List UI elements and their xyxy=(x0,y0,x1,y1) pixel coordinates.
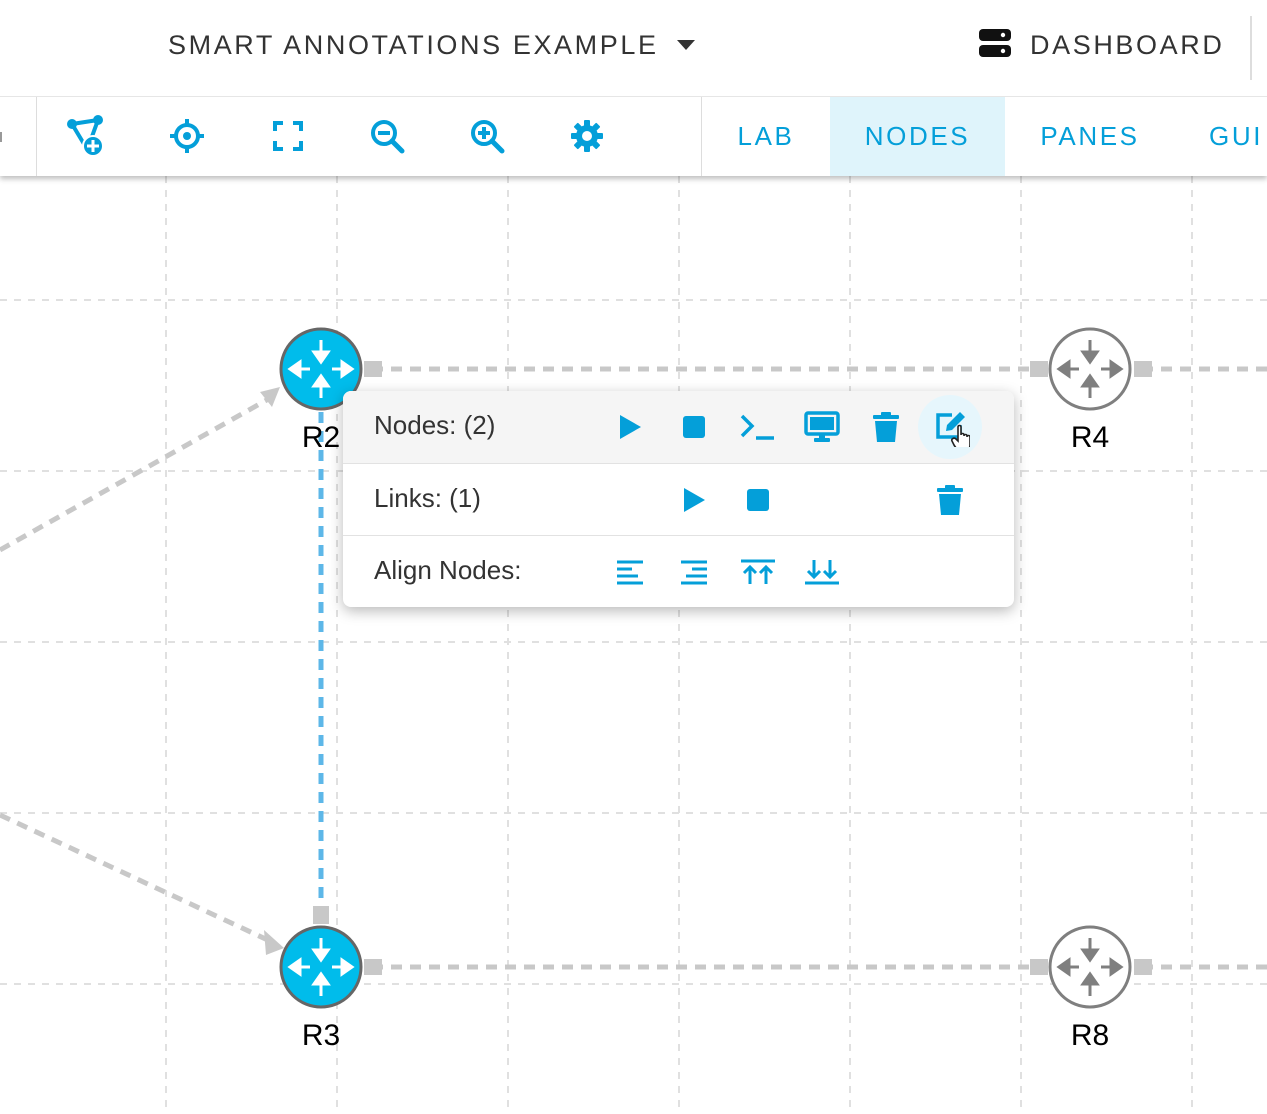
chevron-down-icon[interactable] xyxy=(676,38,696,57)
dashboard-label: DASHBOARD xyxy=(1030,30,1225,60)
tab-gui[interactable]: GUI xyxy=(1175,96,1267,176)
align-right-icon[interactable] xyxy=(674,552,714,592)
lab-title[interactable]: SMART ANNOTATIONS EXAMPLE xyxy=(168,30,659,61)
crosshair-icon[interactable] xyxy=(165,114,209,158)
edit-icon[interactable] xyxy=(918,395,982,459)
fit-screen-icon[interactable] xyxy=(266,114,310,158)
align-bottom-icon[interactable] xyxy=(802,552,842,592)
app-header: SMART ANNOTATIONS EXAMPLE DASHBOARD xyxy=(0,0,1267,97)
zoom-in-icon[interactable] xyxy=(465,114,509,158)
nodes-count-label: Nodes: (2) xyxy=(374,410,496,440)
align-left-icon[interactable] xyxy=(610,552,650,592)
node-label-r2: R2 xyxy=(301,421,341,454)
align-actions-row: Align Nodes: xyxy=(343,535,1014,607)
nodes-actions-row: Nodes: (2) xyxy=(343,391,1014,463)
topology-canvas[interactable] xyxy=(0,176,1267,1114)
align-top-icon[interactable] xyxy=(738,552,778,592)
selection-context-menu: Nodes: (2) Links: (1) Align Nodes: xyxy=(343,391,1014,607)
monitor-icon[interactable] xyxy=(802,407,842,447)
header-divider xyxy=(1250,16,1252,80)
settings-gear-icon[interactable] xyxy=(565,114,609,158)
toolbar: LAB NODES PANES GUI xyxy=(0,96,1267,176)
node-r8[interactable] xyxy=(1048,925,1132,1009)
toolbar-collapse-handle[interactable] xyxy=(0,96,37,176)
trash-icon[interactable] xyxy=(866,407,906,447)
node-r4[interactable] xyxy=(1048,327,1132,411)
stop-links-stop-icon[interactable] xyxy=(738,480,778,520)
delete-links-trash-icon[interactable] xyxy=(930,480,970,520)
links-actions-row: Links: (1) xyxy=(343,463,1014,536)
zoom-out-icon[interactable] xyxy=(365,114,409,158)
node-label-r3: R3 xyxy=(301,1019,341,1052)
node-label-r4: R4 xyxy=(1070,421,1110,454)
server-icon xyxy=(978,28,1012,63)
tab-panes[interactable]: PANES xyxy=(1005,96,1175,176)
tab-lab[interactable]: LAB xyxy=(702,96,830,176)
link-left-r3 xyxy=(0,812,274,945)
dashboard-button[interactable]: DASHBOARD xyxy=(978,28,1224,63)
align-nodes-label: Align Nodes: xyxy=(374,555,522,585)
add-node-icon[interactable] xyxy=(64,114,108,158)
start-links-play-icon[interactable] xyxy=(674,480,714,520)
links-count-label: Links: (1) xyxy=(374,483,481,513)
start-nodes-play-icon[interactable] xyxy=(610,407,650,447)
node-label-r8: R8 xyxy=(1070,1019,1110,1052)
stop-nodes-stop-icon[interactable] xyxy=(674,407,714,447)
console-icon[interactable] xyxy=(738,407,778,447)
tab-nodes[interactable]: NODES xyxy=(830,96,1005,176)
link-left-r2 xyxy=(0,394,274,553)
node-r3[interactable] xyxy=(279,925,363,1009)
